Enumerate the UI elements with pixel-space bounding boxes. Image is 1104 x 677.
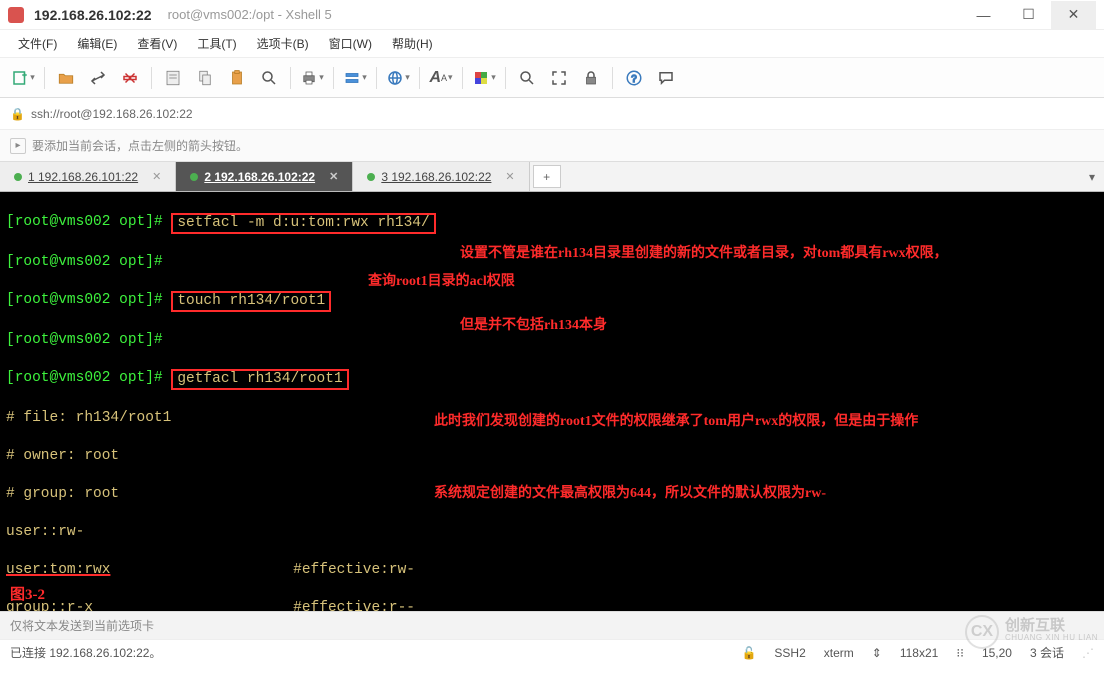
output: # owner: root — [6, 447, 119, 466]
output-effective: #effective:rw- — [293, 561, 415, 580]
help-button[interactable]: ? — [619, 64, 649, 92]
terminal[interactable]: [root@vms002 opt]# setfacl -m d:u:tom:rw… — [0, 192, 1104, 611]
color-button[interactable]: ▾ — [469, 64, 499, 92]
add-tab-button[interactable]: + — [533, 165, 561, 188]
marker-icon: ⁝⁝ — [956, 646, 964, 660]
tab-1-close-icon[interactable]: ✕ — [152, 170, 161, 183]
paste-button[interactable] — [222, 64, 252, 92]
menu-help[interactable]: 帮助(H) — [384, 33, 441, 54]
font-button[interactable]: AA▾ — [426, 64, 456, 92]
output-effective: #effective:r-- — [293, 599, 415, 611]
tab-3-close-icon[interactable]: ✕ — [505, 170, 514, 183]
annotation-1: 设置不管是谁在rh134目录里创建的新的文件或者目录，对tom都具有rwx权限，… — [460, 194, 1098, 362]
command-2: touch rh134/root1 — [171, 291, 331, 312]
tab-1-label: 1 192.168.26.101:22 — [28, 170, 138, 184]
tip-text: 要添加当前会话，点击左侧的箭头按钮。 — [32, 137, 248, 154]
menu-tool[interactable]: 工具(T) — [189, 33, 244, 54]
status-bar: 已连接 192.168.26.102:22。 🔓 SSH2 xterm ⇕ 11… — [0, 639, 1104, 665]
status-dot-icon — [14, 173, 22, 181]
connect-button[interactable] — [83, 64, 113, 92]
print-button[interactable]: ▾ — [297, 64, 327, 92]
address-url[interactable]: ssh://root@192.168.26.102:22 — [31, 107, 193, 121]
prompt: [root@vms002 opt]# — [6, 331, 163, 350]
status-dot-icon — [367, 173, 375, 181]
prompt: [root@vms002 opt]# — [6, 253, 163, 272]
svg-text:?: ? — [631, 73, 637, 84]
add-session-arrow-button[interactable]: ▸ — [10, 138, 26, 154]
annotation-2: 查询root1目录的acl权限 — [368, 270, 515, 294]
output-user-tom: user:tom:rwx — [6, 561, 110, 580]
menu-view[interactable]: 查看(V) — [129, 33, 185, 54]
address-bar: 🔒 ssh://root@192.168.26.102:22 — [0, 98, 1104, 130]
tab-2-close-icon[interactable]: ✕ — [329, 170, 338, 183]
command-3: getfacl rh134/root1 — [171, 369, 348, 390]
tab-1[interactable]: 1 192.168.26.101:22 ✕ — [0, 162, 176, 191]
disconnect-button[interactable] — [115, 64, 145, 92]
chat-button[interactable] — [651, 64, 681, 92]
annotation-3: 此时我们发现创建的root1文件的权限继承了tom用户rwx的权限，但是由于操作… — [434, 362, 1098, 530]
tab-strip: 1 192.168.26.101:22 ✕ 2 192.168.26.102:2… — [0, 162, 1104, 192]
open-button[interactable] — [51, 64, 81, 92]
lock-button[interactable] — [576, 64, 606, 92]
window-host: 192.168.26.102:22 — [34, 7, 152, 23]
figure-label: 图3-2 — [10, 583, 45, 607]
lock-icon: 🔒 — [10, 107, 25, 121]
tab-3-label: 3 192.168.26.102:22 — [381, 170, 491, 184]
prompt: [root@vms002 opt]# — [6, 213, 171, 234]
title-bar: 192.168.26.102:22 root@vms002:/opt - Xsh… — [0, 0, 1104, 30]
menu-window[interactable]: 窗口(W) — [321, 33, 380, 54]
watermark: CX 创新互联 CHUANG XIN HU LIAN — [965, 615, 1098, 649]
output: user::rw- — [6, 523, 84, 542]
window-subtitle: root@vms002:/opt - Xshell 5 — [168, 7, 332, 22]
close-button[interactable]: ✕ — [1051, 1, 1096, 29]
maximize-button[interactable]: ☐ — [1006, 1, 1051, 29]
menu-edit[interactable]: 编辑(E) — [69, 33, 125, 54]
tab-2[interactable]: 2 192.168.26.102:22 ✕ — [176, 162, 353, 191]
menu-file[interactable]: 文件(F) — [10, 33, 65, 54]
menu-bar: 文件(F) 编辑(E) 查看(V) 工具(T) 选项卡(B) 窗口(W) 帮助(… — [0, 30, 1104, 58]
toolbar: ▾ ▾ ▾ ▾ AA▾ ▾ ? — [0, 58, 1104, 98]
transfer-button[interactable]: ▾ — [340, 64, 370, 92]
output: # file: rh134/root1 — [6, 409, 171, 428]
copy-button[interactable] — [190, 64, 220, 92]
status-size: 118x21 — [900, 646, 938, 660]
prompt: [root@vms002 opt]# — [6, 291, 171, 312]
status-connection: 已连接 192.168.26.102:22。 — [10, 644, 161, 661]
updown-icon: ⇕ — [872, 646, 882, 660]
properties-button[interactable] — [158, 64, 188, 92]
tab-3[interactable]: 3 192.168.26.102:22 ✕ — [353, 162, 529, 191]
menu-tab[interactable]: 选项卡(B) — [249, 33, 317, 54]
output: # group: root — [6, 485, 119, 504]
status-dot-icon — [190, 173, 198, 181]
send-bar[interactable]: 仅将文本发送到当前选项卡 — [0, 611, 1104, 639]
minimize-button[interactable]: — — [961, 1, 1006, 29]
fullscreen-button[interactable] — [544, 64, 574, 92]
highlight-button[interactable] — [512, 64, 542, 92]
tab-2-label: 2 192.168.26.102:22 — [204, 170, 315, 184]
lock-icon: 🔓 — [741, 646, 756, 660]
app-logo-icon — [8, 7, 24, 23]
tab-overflow-button[interactable]: ▾ — [1080, 162, 1104, 191]
command-1: setfacl -m d:u:tom:rwx rh134/ — [171, 213, 435, 234]
globe-button[interactable]: ▾ — [383, 64, 413, 92]
find-button[interactable] — [254, 64, 284, 92]
tip-bar: ▸ 要添加当前会话，点击左侧的箭头按钮。 — [0, 130, 1104, 162]
send-bar-text: 仅将文本发送到当前选项卡 — [10, 617, 154, 634]
new-session-button[interactable]: ▾ — [8, 64, 38, 92]
status-ssh: SSH2 — [774, 646, 805, 660]
prompt: [root@vms002 opt]# — [6, 369, 171, 390]
status-term: xterm — [824, 646, 854, 660]
